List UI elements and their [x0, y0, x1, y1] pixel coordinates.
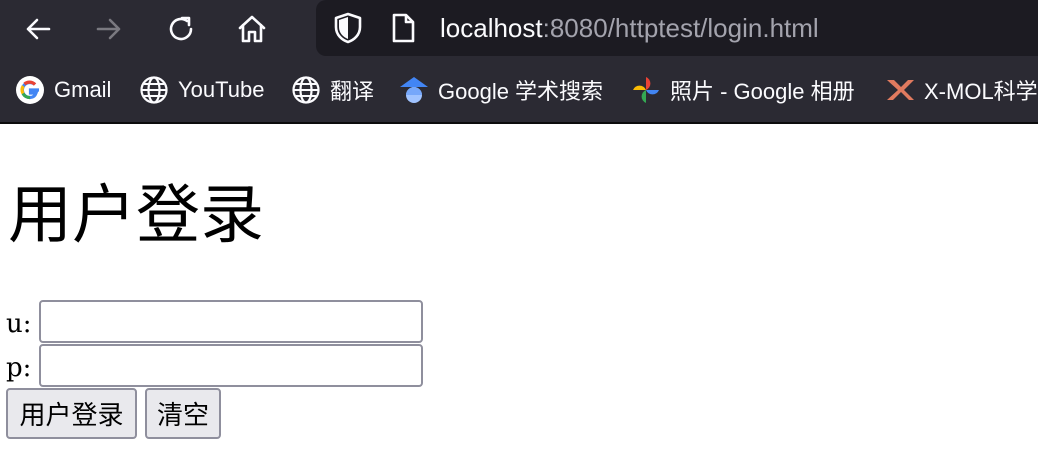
google-photos-icon	[630, 74, 662, 106]
back-button[interactable]	[17, 8, 59, 50]
bookmark-label: 翻译	[330, 79, 375, 104]
bookmark-label: Google 学术搜索	[438, 79, 604, 104]
bookmark-google-scholar[interactable]: Google 学术搜索	[398, 74, 603, 106]
google-g-icon	[14, 74, 46, 106]
bookmark-label: Gmail	[54, 77, 112, 102]
shield-icon	[334, 12, 362, 44]
page-icon	[392, 13, 415, 43]
bookmark-label: YouTube	[178, 77, 265, 102]
xmol-icon	[884, 74, 916, 106]
bookmark-youtube[interactable]: YouTube	[138, 74, 264, 106]
browser-toolbar: localhost:8080/httptest/login.html	[0, 0, 1038, 58]
url-host: localhost	[440, 13, 543, 43]
arrow-left-icon	[26, 18, 51, 40]
username-label: u:	[6, 309, 32, 339]
arrow-right-icon	[96, 18, 121, 40]
bookmark-label: X-MOL科学	[924, 79, 1038, 104]
bookmark-gmail[interactable]: Gmail	[14, 74, 111, 106]
bookmark-translate[interactable]: 翻译	[290, 74, 374, 106]
password-input[interactable]	[39, 344, 423, 387]
home-icon	[238, 15, 266, 43]
clear-button[interactable]: 清空	[145, 388, 221, 439]
home-button[interactable]	[231, 8, 273, 50]
globe-icon	[138, 74, 170, 106]
google-scholar-icon	[398, 74, 430, 106]
url-path: :8080/httptest/login.html	[542, 13, 819, 43]
bookmark-label: 照片 - Google 相册	[670, 79, 855, 104]
reload-icon	[169, 16, 193, 41]
page-content: 用户登录 u: p: 用户登录 清空	[0, 124, 1038, 462]
login-button[interactable]: 用户登录	[6, 388, 137, 439]
page-info-button[interactable]	[388, 10, 418, 46]
tracking-protection-button[interactable]	[330, 10, 366, 46]
bookmark-google-photos[interactable]: 照片 - Google 相册	[630, 74, 855, 106]
bookmarks-bar: Gmail YouTube 翻译 Google 学术搜索 照片 - Google…	[0, 58, 1038, 122]
username-input[interactable]	[39, 300, 423, 343]
forward-button[interactable]	[88, 8, 130, 50]
url-text[interactable]: localhost:8080/httptest/login.html	[440, 12, 819, 44]
password-label: p:	[6, 353, 32, 383]
reload-button[interactable]	[160, 8, 202, 50]
page-title: 用户登录	[8, 179, 264, 253]
globe-icon	[290, 74, 322, 106]
bookmark-xmol[interactable]: X-MOL科学	[884, 74, 1038, 106]
